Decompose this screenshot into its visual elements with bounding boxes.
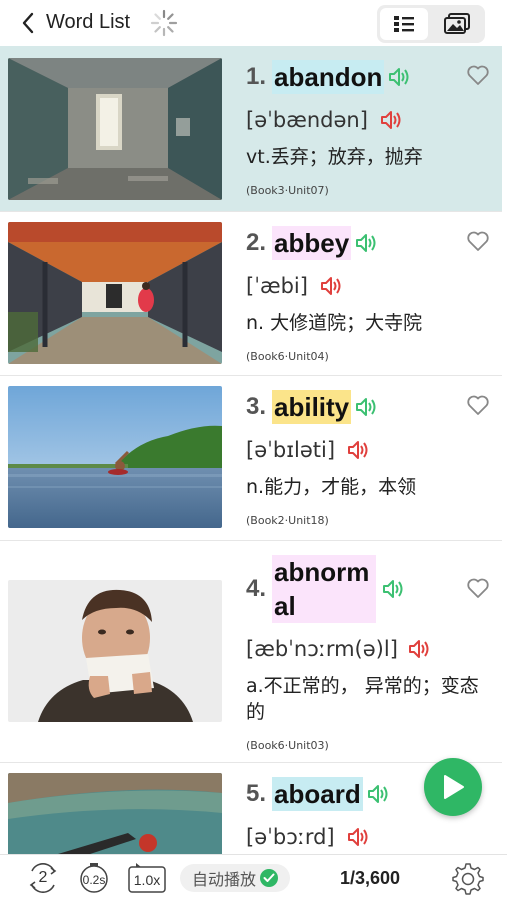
phonetic-audio-button[interactable]: [408, 638, 434, 660]
speaker-icon: [356, 398, 376, 416]
phonetic-audio-button[interactable]: [380, 109, 406, 131]
word-counter: 1/3,600: [339, 867, 401, 888]
page-title: Word List: [46, 11, 131, 33]
word-row[interactable]: 3. ability [əˈbɪləti] n.能力，才能，本领 (Book2·…: [0, 376, 502, 541]
word-number: 5.: [246, 780, 267, 807]
loading-spinner-icon: [150, 9, 178, 37]
favorite-heart-icon[interactable]: [466, 230, 490, 252]
phonetic-audio-button[interactable]: [347, 826, 373, 848]
word-text: abbey: [272, 226, 352, 260]
speaker-icon: [367, 785, 388, 803]
word-audio-button[interactable]: [388, 66, 414, 88]
word-row[interactable]: 2. abbey [ˈæbi] n. 大修道院；大寺院 (Book6·Unit0…: [0, 212, 502, 376]
word-text: aboard: [272, 777, 363, 811]
interval-button[interactable]: 0.2s: [76, 863, 112, 893]
header: Word List: [0, 0, 507, 46]
speaker-icon: [356, 234, 376, 252]
word-text: ability: [272, 390, 352, 424]
play-icon: [444, 775, 464, 799]
list-view-button[interactable]: [380, 8, 428, 40]
speaker-icon: [383, 580, 403, 598]
speaker-icon: [380, 111, 401, 129]
word-image: [8, 58, 222, 200]
word-image: [8, 386, 222, 528]
gear-icon: [452, 863, 484, 895]
word-text: abandon: [272, 60, 385, 94]
word-number: 2.: [246, 229, 267, 256]
word-audio-button[interactable]: [355, 396, 381, 418]
favorite-heart-icon[interactable]: [466, 577, 490, 599]
phonetic-text: [əˈbɔːrd]: [246, 825, 335, 849]
word-number: 1.: [246, 63, 267, 90]
phonetic-text: [əˈbɪləti]: [246, 438, 336, 462]
word-row[interactable]: 1. abandon [əˈbændən] vt.丢弃；放弃，抛弃 (Book3…: [0, 46, 502, 212]
word-text-line2: al: [274, 591, 296, 621]
word-audio-button[interactable]: [367, 783, 393, 805]
favorite-heart-icon[interactable]: [466, 394, 490, 416]
autoplay-toggle[interactable]: 自动播放: [180, 864, 290, 892]
speaker-icon: [389, 68, 409, 86]
speed-button[interactable]: 1.0x: [128, 863, 166, 893]
phonetic-text: [æbˈnɔːrm(ə)l]: [246, 637, 398, 661]
view-toggle: [377, 5, 485, 43]
word-audio-button[interactable]: [355, 232, 381, 254]
interval-value: 0.2s: [82, 873, 106, 887]
settings-button[interactable]: [448, 863, 486, 895]
favorite-heart-icon[interactable]: [466, 64, 490, 86]
phonetic-text: [ˈæbi]: [246, 274, 308, 298]
phonetic-audio-button[interactable]: [320, 275, 346, 297]
repeat-count-button[interactable]: 2: [22, 863, 64, 893]
phonetic-audio-button[interactable]: [347, 439, 373, 461]
word-row[interactable]: 4. abnorm al [æbˈnɔːrm(ə)l] a.不正常的， 异常的；…: [0, 541, 502, 763]
back-button[interactable]: [16, 10, 40, 36]
check-icon: [260, 869, 278, 887]
speaker-icon: [348, 441, 368, 459]
bottom-toolbar: 2 0.2s 1.0x 自动播放 1/3,600: [0, 854, 507, 900]
word-number: 4.: [246, 575, 267, 602]
autoplay-label: 自动播放: [191, 870, 256, 889]
speed-value: 1.0x: [133, 872, 161, 888]
word-audio-button[interactable]: [382, 578, 408, 600]
word-image: [8, 773, 222, 854]
phonetic-text: [əˈbændən]: [246, 108, 368, 132]
speaker-icon: [408, 640, 429, 658]
word-text-line1: abnorm: [274, 557, 370, 587]
gallery-icon: [444, 13, 470, 34]
word-meaning: a.不正常的， 异常的；变态的: [246, 675, 479, 723]
word-text: abnorm al: [272, 555, 377, 623]
word-list: 1. abandon [əˈbændən] vt.丢弃；放弃，抛弃 (Book3…: [0, 46, 502, 854]
word-image: [8, 222, 222, 364]
book-unit-label: (Book2·Unit18): [246, 514, 329, 527]
list-icon: [394, 16, 414, 32]
word-meaning: vt.丢弃；放弃，抛弃: [246, 146, 423, 168]
speaker-icon: [320, 277, 341, 295]
speaker-icon: [347, 828, 368, 846]
chevron-left-icon: [22, 12, 34, 34]
image-view-button[interactable]: [433, 8, 481, 40]
book-unit-label: (Book6·Unit03): [246, 739, 329, 752]
book-unit-label: (Book6·Unit04): [246, 350, 329, 363]
word-image: [8, 580, 222, 722]
word-meaning: n.能力，才能，本领: [246, 476, 417, 498]
repeat-count-value: 2: [38, 869, 48, 886]
book-unit-label: (Book3·Unit07): [246, 184, 329, 197]
word-number: 3.: [246, 393, 267, 420]
play-button[interactable]: [424, 758, 482, 816]
word-meaning: n. 大修道院；大寺院: [246, 312, 423, 334]
